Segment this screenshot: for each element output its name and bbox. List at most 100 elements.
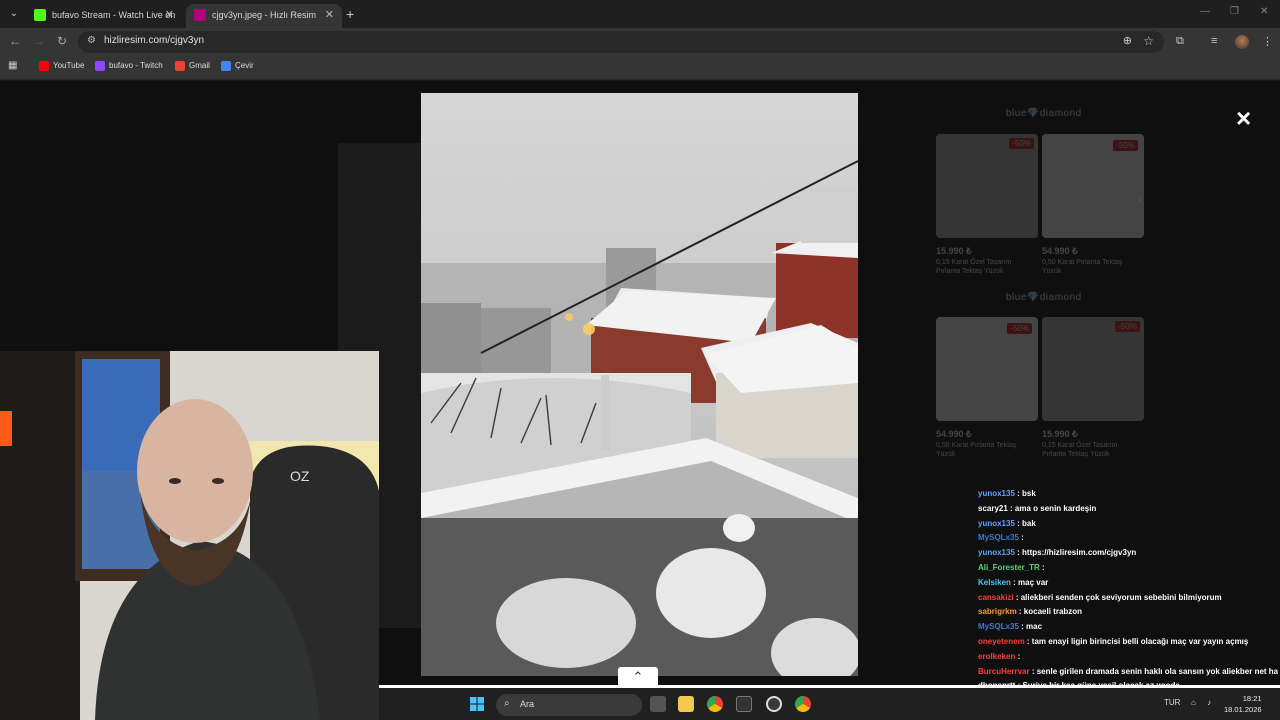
chat-message: oneyetenem : tam enayi ligin birincisi b… (978, 635, 1278, 650)
search-icon: ⌕ (504, 698, 510, 709)
bookmark-twitch[interactable]: bufavo - Twitch (95, 61, 163, 71)
close-tab-icon[interactable]: ✕ (165, 4, 174, 26)
url-text: hizliresim.com/cjgv3yn (104, 35, 205, 46)
media-control-icon[interactable]: ≡ (1211, 35, 1217, 47)
address-bar[interactable]: ⚙ hizliresim.com/cjgv3yn ⊕ ☆ (78, 31, 1164, 53)
bookmark-youtube[interactable]: YouTube (39, 61, 84, 71)
forward-button[interactable]: → (33, 34, 45, 48)
chat-message: yunox135 : https://hizliresim.com/cjgv3y… (978, 546, 1278, 561)
language-indicator[interactable]: TUR (1164, 698, 1180, 707)
chat-username[interactable]: MySQLx35 (978, 533, 1019, 542)
chat-message: MySQLx35 : mac (978, 620, 1278, 635)
file-explorer-icon[interactable] (678, 696, 694, 712)
taskbar-search[interactable]: ⌕ Ara (496, 694, 642, 716)
chat-text: : maç var (1013, 577, 1049, 587)
site-info-icon[interactable]: ⚙ (87, 35, 96, 46)
chat-message: MySQLx35 : (978, 531, 1278, 546)
discount-badge: -50% (1115, 321, 1140, 332)
ad-price: 54.990 ₺ (936, 429, 972, 439)
clock-time: 18:21 (1242, 694, 1262, 703)
chat-message: yunox135 : bak (978, 517, 1278, 532)
chat-message: Ali_Forester_TR : (978, 561, 1278, 576)
ad-description: 0,15 Karat Özel Tasarım Pırlanta Tektaş … (1042, 442, 1118, 458)
tab-bufavo-stream[interactable]: bufavo Stream - Watch Live on ✕ (26, 4, 182, 28)
svg-text:OZ: OZ (290, 468, 310, 484)
chat-username[interactable]: BurcuHerrvar (978, 667, 1030, 676)
tab-title: bufavo Stream - Watch Live on (52, 10, 176, 20)
chrome-icon[interactable] (707, 696, 723, 712)
minimize-icon[interactable]: — (1200, 6, 1210, 17)
restore-icon[interactable]: ❐ (1230, 6, 1239, 17)
webcam-overlay: OZ (0, 351, 379, 720)
extensions-icon[interactable]: ⧉ (1176, 35, 1184, 48)
back-button[interactable]: ← (9, 34, 21, 48)
bookmark-translate[interactable]: Çevir (221, 61, 254, 71)
close-tab-icon[interactable]: ✕ (325, 4, 334, 26)
chat-username[interactable]: MySQLx35 (978, 622, 1019, 631)
ad-product-card[interactable]: -50% (936, 134, 1038, 238)
system-clock[interactable]: 18:21 18.01.2026 (1224, 693, 1262, 715)
scroll-up-button[interactable]: ⌃ (618, 667, 658, 687)
apps-grid-icon[interactable]: ▦ (8, 60, 17, 71)
chat-text: : https://hizliresim.com/cjgv3yn (1017, 548, 1137, 558)
chat-username[interactable]: Ali_Forester_TR (978, 563, 1040, 572)
twitch-icon (95, 61, 105, 71)
bookmark-gmail[interactable]: Gmail (175, 61, 210, 71)
stream-chat: yunox135 : bsk scary21 : ama o senin kard… (978, 487, 1278, 707)
clock-date: 18.01.2026 (1224, 705, 1262, 714)
chrome-profile-icon[interactable] (795, 696, 811, 712)
ad-product-card[interactable]: -50% (936, 317, 1038, 421)
chat-username[interactable]: Kelsiken (978, 578, 1011, 587)
volume-icon[interactable]: ♪ (1207, 698, 1211, 707)
chat-username[interactable]: yunox135 (978, 519, 1015, 528)
ad-price: 15.990 ₺ (1042, 429, 1078, 439)
close-window-icon[interactable]: ✕ (1260, 6, 1268, 17)
reload-button[interactable]: ↻ (57, 34, 67, 48)
lightbox-image[interactable] (421, 93, 858, 676)
new-tab-button[interactable]: + (346, 6, 354, 22)
bookmark-star-icon[interactable]: ☆ (1143, 34, 1154, 48)
chat-message: sabrigrkm : kocaeli trabzon (978, 605, 1278, 620)
tab-strip: ⌄ bufavo Stream - Watch Live on ✕ cjgv3y… (0, 0, 1280, 28)
task-view-icon[interactable] (650, 696, 666, 712)
ad-product-card[interactable]: -50% (1042, 317, 1144, 421)
chat-username[interactable]: erolkeken (978, 652, 1015, 661)
chat-text: : (1042, 562, 1045, 572)
search-placeholder: Ara (520, 699, 535, 709)
discount-badge: -50% (1009, 138, 1034, 149)
chat-message: scary21 : ama o senin kardeşin (978, 502, 1278, 517)
menu-kebab-icon[interactable]: ⋮ (1262, 35, 1273, 48)
chat-message: cansakizi : aliekberi senden çok seviyor… (978, 591, 1278, 606)
ad-description: 0,50 Karat Pırlanta Tektaş Yüzük (936, 442, 1017, 458)
chat-username[interactable]: scary21 (978, 504, 1008, 513)
ad-panel: blue💎diamond -50% -50% 15.990 ₺ 54.990 ₺… (930, 102, 1150, 472)
zoom-icon[interactable]: ⊕ (1123, 34, 1132, 47)
chat-username[interactable]: cansakizi (978, 593, 1014, 602)
terminal-icon[interactable] (736, 696, 752, 712)
windows-start-icon[interactable] (470, 697, 484, 711)
chat-username[interactable]: yunox135 (978, 489, 1015, 498)
chat-username[interactable]: yunox135 (978, 548, 1015, 557)
chat-text: : bsk (1017, 489, 1036, 498)
snow-scene-image (421, 93, 858, 676)
tab-hizliresim[interactable]: cjgv3yn.jpeg - Hızlı Resim ✕ (186, 4, 342, 28)
tab-search-button[interactable]: ⌄ (6, 6, 22, 22)
ad-price: 54.990 ₺ (1042, 246, 1078, 256)
network-icon[interactable]: ⌂ (1191, 698, 1196, 707)
obs-icon[interactable] (766, 696, 782, 712)
chat-text: : kocaeli trabzon (1018, 607, 1083, 617)
chat-username[interactable]: oneyetenem (978, 637, 1025, 646)
chat-text: : (1021, 533, 1024, 543)
chat-text: : senle girilen dramada senin haklı ola … (1031, 666, 1278, 676)
chat-text: : tam enayi ligin birincisi belli olacağ… (1026, 636, 1249, 646)
chat-message: Kelsiken : maç var (978, 576, 1278, 591)
chat-message: yunox135 : bsk (978, 487, 1278, 502)
ad-product-card[interactable]: -50% (1042, 134, 1144, 238)
carousel-next-icon[interactable]: › (1138, 190, 1143, 206)
profile-avatar[interactable] (1235, 35, 1249, 49)
chat-username[interactable]: sabrigrkm (978, 607, 1017, 616)
close-lightbox-button[interactable]: × (1236, 103, 1251, 134)
toolbar: ← → ↻ ⚙ hizliresim.com/cjgv3yn ⊕ ☆ ⧉ ≡ ⋮ (0, 28, 1280, 56)
chat-text: : aliekberi senden çok seviyorum sebebin… (1015, 592, 1222, 602)
chat-text: : (1017, 651, 1021, 661)
